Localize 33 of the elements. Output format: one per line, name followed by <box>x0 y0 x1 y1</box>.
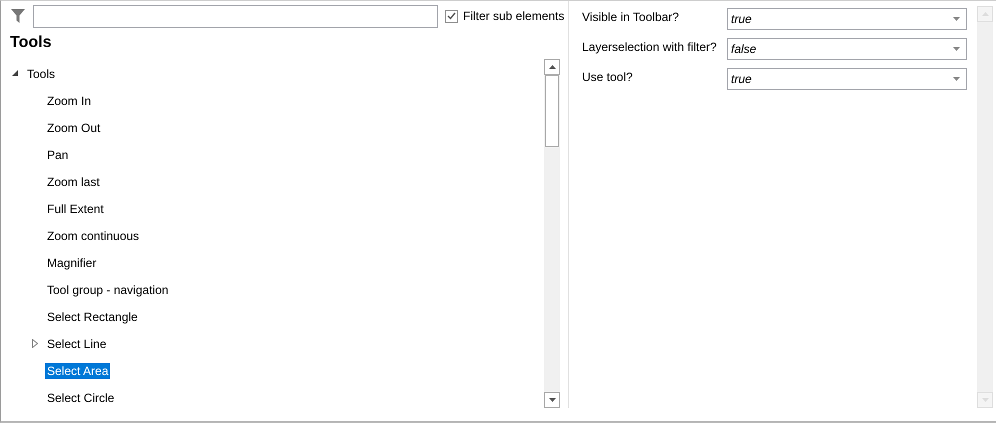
tree-item[interactable]: Tools <box>25 66 58 82</box>
tree-item[interactable]: Select Area <box>45 362 110 378</box>
value-dropdown[interactable]: false <box>727 38 967 60</box>
up-arrow-icon <box>548 65 556 69</box>
tree-item[interactable]: Full Extent <box>45 200 106 216</box>
property-label: Visible in Toolbar? <box>582 9 680 24</box>
scrollbar[interactable] <box>544 59 560 408</box>
value-dropdown[interactable]: true <box>727 8 967 30</box>
value-dropdown[interactable]: true <box>727 68 967 90</box>
caret-icon <box>953 77 960 81</box>
checkbox-label: Filter sub elements <box>463 9 564 23</box>
tree-item[interactable]: Select Circle <box>45 390 116 406</box>
filter-input[interactable] <box>33 4 438 28</box>
property-label: Layerselection with filter? <box>582 39 718 54</box>
filter-icon[interactable] <box>10 8 26 24</box>
expanded-arrow-icon[interactable] <box>12 70 18 77</box>
tree-item[interactable]: Zoom continuous <box>45 228 142 244</box>
collapsed-arrow-icon[interactable] <box>32 339 38 348</box>
section-title: Tools <box>9 33 52 53</box>
tree-item[interactable]: Zoom Out <box>45 120 102 136</box>
tree-item[interactable]: Select Line <box>45 336 108 352</box>
checkbox[interactable] <box>445 10 458 22</box>
tree-item[interactable]: Pan <box>45 146 70 162</box>
tree-item[interactable]: Tool group - navigation <box>45 282 170 298</box>
caret-icon <box>953 17 960 21</box>
tree-item[interactable]: Magnifier <box>45 254 98 270</box>
property-label: Use tool? <box>582 69 634 84</box>
tree-item[interactable]: Zoom last <box>45 174 102 190</box>
tree-item[interactable]: Select Rectangle <box>45 308 140 324</box>
caret-icon <box>953 47 960 51</box>
scrollbar-thumb[interactable] <box>545 75 559 147</box>
tree-item[interactable]: Zoom In <box>45 92 94 108</box>
caret-icon <box>548 398 556 402</box>
